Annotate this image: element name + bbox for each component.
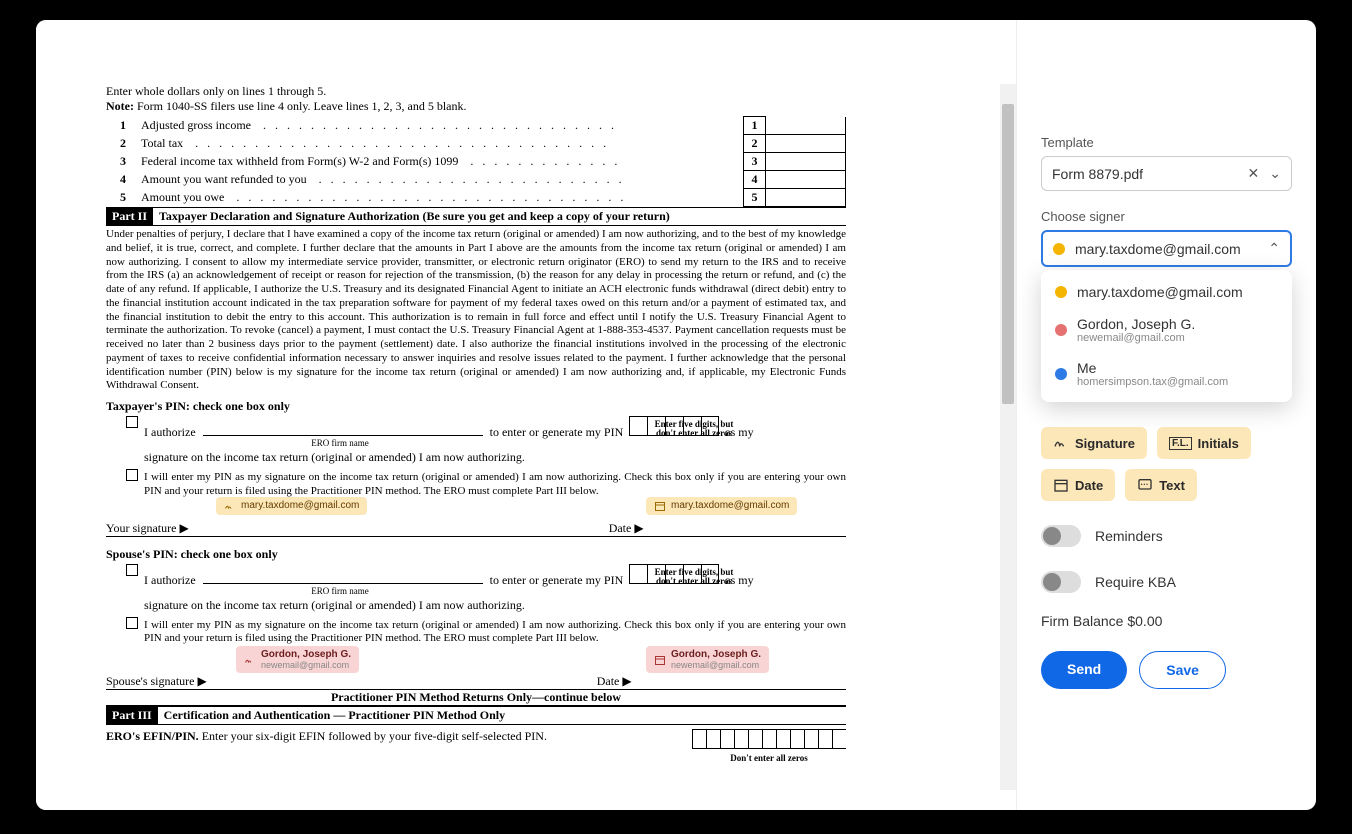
send-button[interactable]: Send bbox=[1041, 651, 1127, 689]
signer-color-dot bbox=[1053, 243, 1065, 255]
signature-icon bbox=[1053, 435, 1069, 451]
clear-icon[interactable]: ✕ bbox=[1248, 165, 1260, 182]
amounts-table: 1Adjusted gross income . . . . . . . . .… bbox=[106, 116, 846, 207]
chevron-up-icon[interactable]: ⌃ bbox=[1268, 240, 1280, 257]
firm-balance: Firm Balance $0.00 bbox=[1041, 613, 1292, 629]
choose-signer-label: Choose signer bbox=[1041, 209, 1292, 224]
template-label: Template bbox=[1041, 135, 1292, 150]
signer-option-mary[interactable]: mary.taxdome@gmail.com bbox=[1041, 276, 1292, 308]
template-select[interactable]: Form 8879.pdf ✕ ⌄ bbox=[1041, 156, 1292, 191]
form-note: Note: Note: Form 1040-SS filers use line… bbox=[106, 99, 846, 114]
date-field-button[interactable]: Date bbox=[1041, 469, 1115, 501]
color-dot-icon bbox=[1055, 368, 1067, 380]
vertical-scrollbar[interactable] bbox=[1000, 84, 1016, 790]
signature-panel: Template Form 8879.pdf ✕ ⌄ Choose signer… bbox=[1016, 20, 1316, 810]
field-buttons: Signature F.L. Initials Date Text bbox=[1041, 427, 1292, 501]
text-field-button[interactable]: Text bbox=[1125, 469, 1197, 501]
kba-toggle[interactable] bbox=[1041, 571, 1081, 593]
color-dot-icon bbox=[1055, 286, 1067, 298]
spouse-self-enter-checkbox[interactable] bbox=[126, 617, 138, 629]
signature-tag-mary[interactable]: mary.taxdome@gmail.com bbox=[216, 497, 367, 515]
date-label: Date ▶ bbox=[609, 521, 644, 536]
signature-field-button[interactable]: Signature bbox=[1041, 427, 1147, 459]
scroll-thumb[interactable] bbox=[1002, 104, 1014, 404]
your-signature-label: Your signature ▶ bbox=[106, 521, 189, 536]
efin-pin-grid bbox=[692, 729, 846, 749]
practitioner-header: Practitioner PIN Method Returns Only—con… bbox=[106, 690, 846, 706]
chevron-down-icon[interactable]: ⌄ bbox=[1269, 165, 1281, 182]
taxpayer-pin-header: Taxpayer's PIN: check one box only bbox=[106, 399, 846, 414]
signer-select[interactable]: mary.taxdome@gmail.com ⌃ bbox=[1041, 230, 1292, 267]
initials-field-button[interactable]: F.L. Initials bbox=[1157, 427, 1251, 459]
initials-icon: F.L. bbox=[1169, 437, 1192, 450]
spouse-pin-header: Spouse's PIN: check one box only bbox=[106, 547, 846, 562]
date-tag-mary[interactable]: mary.taxdome@gmail.com bbox=[646, 497, 797, 515]
part-ii-header: Part II Taxpayer Declaration and Signatu… bbox=[106, 207, 846, 226]
document-viewer[interactable]: Enter whole dollars only on lines 1 thro… bbox=[36, 20, 1016, 810]
signer-selected: mary.taxdome@gmail.com bbox=[1075, 241, 1241, 257]
signer-option-me[interactable]: Mehomersimpson.tax@gmail.com bbox=[1041, 352, 1292, 396]
app-window: Enter whole dollars only on lines 1 thro… bbox=[36, 20, 1316, 810]
template-value: Form 8879.pdf bbox=[1052, 166, 1143, 182]
signer-dropdown: mary.taxdome@gmail.com Gordon, Joseph G.… bbox=[1041, 270, 1292, 402]
calendar-icon bbox=[654, 500, 666, 512]
kba-label: Require KBA bbox=[1095, 574, 1176, 590]
part-iii-header: Part III Certification and Authenticatio… bbox=[106, 706, 846, 725]
calendar-icon bbox=[654, 654, 666, 666]
date-tag-gordon[interactable]: Gordon, Joseph G.newemail@gmail.com bbox=[646, 646, 769, 673]
declaration-paragraph: Under penalties of perjury, I declare th… bbox=[106, 228, 846, 393]
spouse-authorize-checkbox[interactable] bbox=[126, 564, 138, 576]
reminders-label: Reminders bbox=[1095, 528, 1163, 544]
spouse-date-label: Date ▶ bbox=[597, 674, 632, 689]
save-button[interactable]: Save bbox=[1139, 651, 1226, 689]
signature-icon bbox=[244, 654, 256, 666]
color-dot-icon bbox=[1055, 324, 1067, 336]
form-instruction: Enter whole dollars only on lines 1 thro… bbox=[106, 84, 846, 99]
signature-icon bbox=[224, 500, 236, 512]
reminders-toggle[interactable] bbox=[1041, 525, 1081, 547]
signer-option-gordon[interactable]: Gordon, Joseph G.newemail@gmail.com bbox=[1041, 308, 1292, 352]
signature-tag-gordon[interactable]: Gordon, Joseph G.newemail@gmail.com bbox=[236, 646, 359, 673]
authorize-checkbox[interactable] bbox=[126, 416, 138, 428]
self-enter-checkbox[interactable] bbox=[126, 469, 138, 481]
spouse-signature-label: Spouse's signature ▶ bbox=[106, 674, 207, 689]
text-icon bbox=[1137, 477, 1153, 493]
irs-form-8879: Enter whole dollars only on lines 1 thro… bbox=[106, 84, 846, 763]
calendar-icon bbox=[1053, 477, 1069, 493]
